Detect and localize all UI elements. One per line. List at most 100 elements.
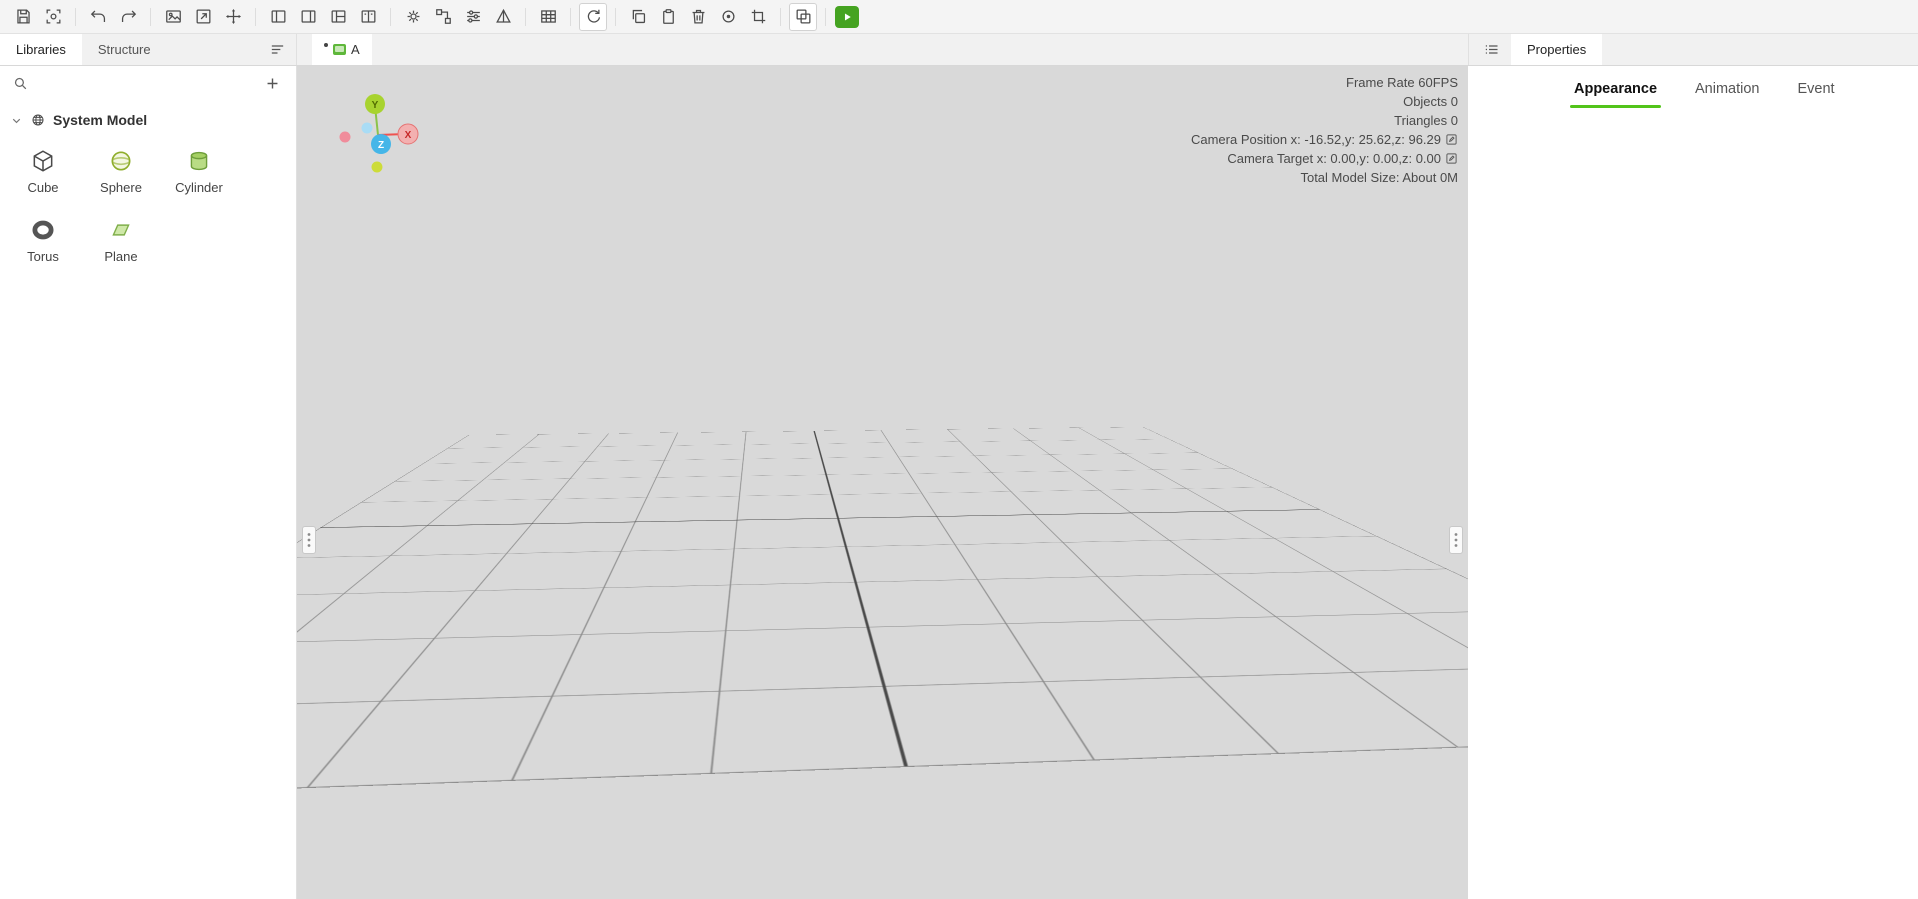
layout-split-button[interactable]: [324, 3, 352, 31]
library-item-sphere[interactable]: Sphere: [82, 144, 160, 199]
tab-event-label: Event: [1798, 81, 1835, 97]
tab-structure-label: Structure: [98, 42, 151, 57]
undo-icon: [89, 7, 108, 26]
tree-node-system-model[interactable]: System Model: [0, 106, 296, 134]
node-graph-button[interactable]: [429, 3, 457, 31]
library-item-plane[interactable]: Plane: [82, 213, 160, 268]
tab-properties[interactable]: Properties: [1511, 34, 1602, 65]
move-icon: [224, 7, 243, 26]
scene-viewport[interactable]: Y X Z Frame Rate 60FPS Objects 0 Triangl…: [297, 66, 1468, 899]
chevron-down-icon: [10, 114, 23, 127]
layout-left-button[interactable]: [264, 3, 292, 31]
toolbar-separator: [150, 8, 151, 26]
tab-appearance[interactable]: Appearance: [1574, 66, 1657, 112]
trash-icon: [689, 7, 708, 26]
stat-frame-rate: Frame Rate 60FPS: [1346, 73, 1458, 92]
library-item-cube[interactable]: Cube: [4, 144, 82, 199]
rotate-button[interactable]: [579, 3, 607, 31]
collapse-left-panel-handle[interactable]: [302, 526, 316, 554]
library-search-input[interactable]: [37, 76, 252, 91]
grip-dots-icon: [307, 532, 311, 548]
cylinder-icon: [186, 148, 212, 174]
library-search-row: [0, 66, 296, 100]
prism-button[interactable]: [489, 3, 517, 31]
ground-grid: [297, 66, 1468, 899]
library-item-cylinder[interactable]: Cylinder: [160, 144, 238, 199]
redo-button[interactable]: [114, 3, 142, 31]
axis-neg-z-dot: [362, 123, 373, 134]
tab-appearance-label: Appearance: [1574, 81, 1657, 97]
collapse-right-panel-handle[interactable]: [1449, 526, 1463, 554]
svg-text:Z: Z: [378, 140, 384, 151]
save-button[interactable]: [9, 3, 37, 31]
paste-button[interactable]: [654, 3, 682, 31]
image-button[interactable]: [159, 3, 187, 31]
image-icon: [164, 7, 183, 26]
component-button[interactable]: [789, 3, 817, 31]
sliders-button[interactable]: [459, 3, 487, 31]
edit-camera-position-button[interactable]: [1445, 133, 1458, 146]
stat-triangles: Triangles 0: [1394, 111, 1458, 130]
library-item-torus[interactable]: Torus: [4, 213, 82, 268]
undo-button[interactable]: [84, 3, 112, 31]
smart-capture-icon: [44, 7, 63, 26]
toolbar-separator: [825, 8, 826, 26]
play-button[interactable]: [835, 6, 859, 28]
axis-gizmo[interactable]: Y X Z: [323, 80, 443, 185]
add-library-button[interactable]: [260, 71, 284, 95]
edit-camera-target-button[interactable]: [1445, 152, 1458, 165]
svg-text:Y: Y: [372, 100, 379, 111]
toolbar-separator: [525, 8, 526, 26]
scene-tab-a[interactable]: A: [312, 34, 372, 65]
properties-menu-button[interactable]: [1479, 38, 1503, 62]
tab-event[interactable]: Event: [1798, 66, 1835, 112]
node-graph-icon: [434, 7, 453, 26]
layout-split-icon: [329, 7, 348, 26]
layout-book-button[interactable]: [354, 3, 382, 31]
stat-camera-target: Camera Target x: 0.00,y: 0.00,z: 0.00: [1227, 149, 1441, 168]
viewport-stats: Frame Rate 60FPS Objects 0 Triangles 0 C…: [1191, 73, 1458, 187]
copy-button[interactable]: [624, 3, 652, 31]
crop-icon: [749, 7, 768, 26]
delete-button[interactable]: [684, 3, 712, 31]
library-item-label: Cube: [27, 180, 58, 195]
main-toolbar: [0, 0, 1918, 34]
tab-animation[interactable]: Animation: [1695, 66, 1759, 112]
gear-button[interactable]: [399, 3, 427, 31]
panel-sort-menu-button[interactable]: [266, 39, 288, 61]
stat-model-size: Total Model Size: About 0M: [1300, 168, 1458, 187]
plane-icon: [108, 217, 134, 243]
record-button[interactable]: [714, 3, 742, 31]
torus-icon: [30, 217, 56, 243]
tab-strip: Libraries Structure A Properties: [0, 34, 1918, 66]
tab-structure[interactable]: Structure: [82, 34, 167, 65]
main-content: System Model Cube Sphere Cylinder Torus: [0, 66, 1918, 899]
layout-book-icon: [359, 7, 378, 26]
app-root: Libraries Structure A Properties: [0, 0, 1918, 899]
cube-icon: [30, 148, 56, 174]
grip-dots-icon: [1454, 532, 1458, 548]
export-button[interactable]: [189, 3, 217, 31]
record-icon: [719, 7, 738, 26]
smart-capture-button[interactable]: [39, 3, 67, 31]
layout-right-button[interactable]: [294, 3, 322, 31]
crop-button[interactable]: [744, 3, 772, 31]
stat-camera-position: Camera Position x: -16.52,y: 25.62,z: 96…: [1191, 130, 1441, 149]
copy-icon: [629, 7, 648, 26]
move-button[interactable]: [219, 3, 247, 31]
tab-libraries[interactable]: Libraries: [0, 34, 82, 65]
sphere-icon: [108, 148, 134, 174]
toolbar-separator: [390, 8, 391, 26]
axis-z-ball: Z: [371, 134, 391, 154]
redo-icon: [119, 7, 138, 26]
toolbar-separator: [615, 8, 616, 26]
search-icon: [12, 75, 29, 92]
gear-icon: [404, 7, 423, 26]
table-button[interactable]: [534, 3, 562, 31]
prism-icon: [494, 7, 513, 26]
edit-icon: [1445, 152, 1458, 165]
tab-animation-label: Animation: [1695, 81, 1759, 97]
modified-dot-icon: [324, 43, 328, 47]
grid-axis-line-h: [320, 509, 1320, 528]
properties-sub-tabs: Appearance Animation Event: [1468, 66, 1918, 112]
